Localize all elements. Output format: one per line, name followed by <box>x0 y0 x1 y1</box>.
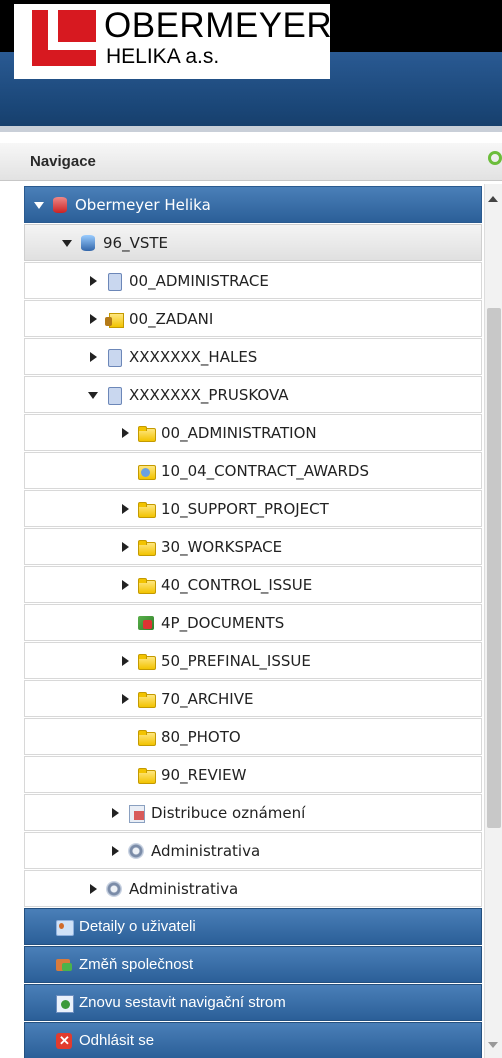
tree-node-label: 4P_DOCUMENTS <box>161 613 285 632</box>
tree-node-50-prefinal-issue[interactable]: 50_PREFINAL_ISSUE <box>24 642 482 679</box>
documents-icon <box>137 614 155 632</box>
tree-node-label: 00_ADMINISTRATION <box>161 423 317 442</box>
logo-mark-icon <box>32 10 96 66</box>
folder-icon <box>137 766 156 784</box>
folder-icon <box>137 690 156 708</box>
menu-label: Detaily o uživateli <box>79 918 196 935</box>
tree-node-label: 40_CONTROL_ISSUE <box>161 575 313 594</box>
scroll-thumb[interactable] <box>487 308 501 828</box>
tree-node-label: XXXXXXX_HALES <box>129 347 258 366</box>
tree-node-distribuce-oznameni[interactable]: Distribuce oznámení <box>24 794 482 831</box>
panel-title: Navigace <box>30 153 96 170</box>
expand-arrow-icon[interactable] <box>85 311 101 327</box>
change-company-button[interactable]: Změň společnost <box>24 946 482 983</box>
rebuild-tree-icon <box>55 994 74 1013</box>
distribution-icon <box>127 804 145 823</box>
scroll-up-icon[interactable] <box>488 196 498 202</box>
tree-node-10-04-contract-awards[interactable]: 10_04_CONTRACT_AWARDS <box>24 452 482 489</box>
tree-node-label: 90_REVIEW <box>161 765 247 784</box>
tree-node-label: XXXXXXX_PRUSKOVA <box>129 385 289 404</box>
expand-arrow-icon[interactable] <box>107 843 123 859</box>
company-logo[interactable]: OBERMEYER HELIKA a.s. <box>14 4 333 79</box>
tree-node-xxxxxxx-hales[interactable]: XXXXXXX_HALES <box>24 338 482 375</box>
expand-arrow-icon[interactable] <box>85 881 101 897</box>
expand-arrow-icon[interactable] <box>85 273 101 289</box>
tree-node-xxxxxxx-pruskova[interactable]: XXXXXXX_PRUSKOVA <box>24 376 482 413</box>
scroll-down-icon[interactable] <box>488 1042 498 1048</box>
user-details-icon <box>55 918 74 936</box>
tree-node-label: 10_04_CONTRACT_AWARDS <box>161 461 369 480</box>
tree-node-00-administration[interactable]: 00_ADMINISTRATION <box>24 414 482 451</box>
tree-node-label: 70_ARCHIVE <box>161 689 254 708</box>
tree-node-10-support-project[interactable]: 10_SUPPORT_PROJECT <box>24 490 482 527</box>
change-company-icon <box>55 956 73 974</box>
database-icon <box>51 196 69 214</box>
award-folder-icon <box>137 462 156 480</box>
tree-node-4p-documents[interactable]: 4P_DOCUMENTS <box>24 604 482 641</box>
tree-node-30-workspace[interactable]: 30_WORKSPACE <box>24 528 482 565</box>
menu-label: Odhlásit se <box>79 1032 155 1049</box>
folder-icon <box>137 500 156 518</box>
logout-icon <box>55 1032 73 1050</box>
header-divider <box>0 126 502 132</box>
gear-icon <box>127 842 145 860</box>
folder-icon <box>137 424 156 442</box>
expand-arrow-icon[interactable] <box>117 425 133 441</box>
collapse-arrow-icon[interactable] <box>59 235 75 251</box>
tree-node-obermeyer-helika[interactable]: Obermeyer Helika <box>24 186 482 223</box>
locked-folder-icon <box>105 310 124 328</box>
user-details-button[interactable]: Detaily o uživateli <box>24 908 482 945</box>
tree-node-40-control-issue[interactable]: 40_CONTROL_ISSUE <box>24 566 482 603</box>
navigation-tree: Obermeyer Helika 96_VSTE 00_ADMINISTRACE… <box>0 184 482 1058</box>
project-icon <box>105 386 123 405</box>
folder-icon <box>137 538 156 556</box>
tree-node-administrativa[interactable]: Administrativa <box>24 832 482 869</box>
logout-button[interactable]: Odhlásit se <box>24 1022 482 1058</box>
expand-arrow-icon[interactable] <box>117 577 133 593</box>
folder-icon <box>137 728 156 746</box>
expand-arrow-icon[interactable] <box>85 349 101 365</box>
tree-node-label: 96_VSTE <box>103 233 169 252</box>
folder-icon <box>137 652 156 670</box>
collapse-arrow-icon[interactable] <box>85 387 101 403</box>
gear-icon <box>105 880 123 898</box>
logo-name: OBERMEYER <box>104 6 333 45</box>
tree-node-00-zadani[interactable]: 00_ZADANI <box>24 300 482 337</box>
tree-node-label: 00_ADMINISTRACE <box>129 271 269 290</box>
expand-arrow-icon[interactable] <box>117 539 133 555</box>
tree-node-90-review[interactable]: 90_REVIEW <box>24 756 482 793</box>
logo-subtitle: HELIKA a.s. <box>106 45 220 68</box>
folder-icon <box>137 576 156 594</box>
tree-node-label: 80_PHOTO <box>161 727 241 746</box>
tree-scrollbar[interactable] <box>484 184 502 1058</box>
navigation-panel-header: Navigace <box>0 143 502 181</box>
tree-node-80-photo[interactable]: 80_PHOTO <box>24 718 482 755</box>
menu-label: Znovu sestavit navigační strom <box>79 994 286 1011</box>
expand-arrow-icon[interactable] <box>117 501 133 517</box>
tree-node-label: Distribuce oznámení <box>151 803 306 822</box>
tree-node-label: Administrativa <box>151 841 261 860</box>
menu-label: Změň společnost <box>79 956 194 973</box>
tree-node-label: Obermeyer Helika <box>75 195 211 214</box>
expand-arrow-icon[interactable] <box>117 653 133 669</box>
tree-node-96-vste[interactable]: 96_VSTE <box>24 224 482 261</box>
project-icon <box>105 272 123 291</box>
collapse-arrow-icon[interactable] <box>31 197 47 213</box>
tree-node-label: 00_ZADANI <box>129 309 214 328</box>
expand-arrow-icon[interactable] <box>117 691 133 707</box>
rebuild-tree-button[interactable]: Znovu sestavit navigační strom <box>24 984 482 1021</box>
search-icon[interactable] <box>488 151 502 165</box>
tree-node-label: Administrativa <box>129 879 239 898</box>
project-icon <box>105 348 123 367</box>
tree-node-00-administrace[interactable]: 00_ADMINISTRACE <box>24 262 482 299</box>
tree-node-label: 50_PREFINAL_ISSUE <box>161 651 311 670</box>
tree-node-70-archive[interactable]: 70_ARCHIVE <box>24 680 482 717</box>
tree-node-label: 30_WORKSPACE <box>161 537 283 556</box>
tree-node-administrativa-root[interactable]: Administrativa <box>24 870 482 907</box>
tree-node-label: 10_SUPPORT_PROJECT <box>161 499 329 518</box>
app-header: OBERMEYER HELIKA a.s. <box>0 0 502 132</box>
expand-arrow-icon[interactable] <box>107 805 123 821</box>
database-icon <box>79 234 97 252</box>
